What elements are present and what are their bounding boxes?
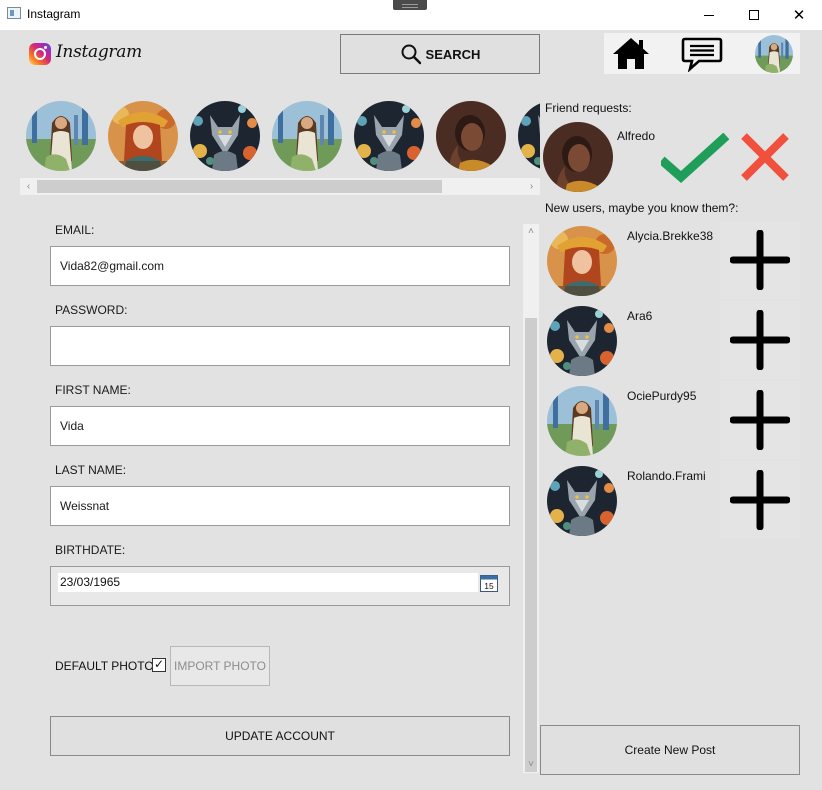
- maximize-button[interactable]: [731, 0, 777, 30]
- add-friend-button[interactable]: [720, 221, 800, 299]
- friend-request-name: Alfredo: [617, 129, 656, 143]
- story-avatar[interactable]: [518, 101, 540, 171]
- birthdate-picker[interactable]: 23/03/1965 15: [50, 566, 510, 606]
- search-icon: [401, 44, 421, 65]
- search-button[interactable]: SEARCH: [340, 34, 540, 74]
- window-title: Instagram: [27, 7, 81, 21]
- suggested-user-row: Alycia.Brekke38: [540, 220, 800, 300]
- user-name: Alycia.Brekke38: [627, 229, 714, 243]
- password-label: PASSWORD:: [55, 303, 128, 317]
- password-field[interactable]: [50, 326, 510, 366]
- logo-text: Instagram: [56, 42, 142, 62]
- plus-icon: [730, 390, 790, 450]
- decline-request-icon[interactable]: [738, 130, 792, 184]
- friend-request-avatar[interactable]: [543, 122, 613, 192]
- plus-icon: [730, 470, 790, 530]
- story-avatar[interactable]: [108, 101, 178, 171]
- scroll-up-icon[interactable]: ˄: [523, 224, 539, 240]
- default-photo-checkbox[interactable]: ✓: [152, 658, 166, 672]
- scroll-down-icon[interactable]: ˅: [523, 757, 539, 773]
- minimize-button[interactable]: [686, 0, 732, 30]
- first-name-field[interactable]: [50, 406, 510, 446]
- search-label: SEARCH: [425, 46, 481, 62]
- suggested-user-row: Rolando.Frami: [540, 460, 800, 540]
- close-button[interactable]: ✕: [776, 0, 822, 30]
- story-avatar[interactable]: [436, 101, 506, 171]
- friend-requests-label: Friend requests:: [545, 101, 632, 115]
- app-window-icon: [7, 7, 21, 19]
- email-field[interactable]: [50, 246, 510, 286]
- first-name-label: FIRST NAME:: [55, 383, 131, 397]
- user-name: Ara6: [627, 309, 653, 323]
- profile-avatar[interactable]: [755, 35, 793, 73]
- story-avatar[interactable]: [190, 101, 260, 171]
- scrollbar-thumb[interactable]: [525, 318, 537, 772]
- import-photo-button[interactable]: IMPORT PHOTO: [170, 646, 270, 686]
- email-label: EMAIL:: [55, 223, 95, 237]
- suggested-user-row: Ara6: [540, 300, 800, 380]
- user-avatar[interactable]: [547, 386, 617, 456]
- home-icon[interactable]: [612, 36, 650, 70]
- add-friend-button[interactable]: [720, 461, 800, 539]
- chat-icon[interactable]: [681, 36, 723, 72]
- add-friend-button[interactable]: [720, 301, 800, 379]
- user-name: Rolando.Frami: [627, 469, 706, 483]
- drag-grip-handle[interactable]: [393, 0, 427, 10]
- instagram-logo-icon: [29, 43, 51, 65]
- accept-request-icon[interactable]: [661, 133, 729, 185]
- form-scrollbar[interactable]: ˄ ˅: [523, 224, 539, 773]
- update-account-button[interactable]: UPDATE ACCOUNT: [50, 716, 510, 756]
- last-name-field[interactable]: [50, 486, 510, 526]
- suggested-user-row: OciePurdy95: [540, 380, 800, 460]
- default-photo-label: DEFAULT PHOTO:: [55, 659, 158, 673]
- user-avatar[interactable]: [547, 226, 617, 296]
- maximize-icon: [749, 10, 759, 20]
- birthdate-value[interactable]: 23/03/1965: [58, 573, 478, 592]
- story-avatar[interactable]: [26, 101, 96, 171]
- plus-icon: [730, 230, 790, 290]
- user-avatar[interactable]: [547, 466, 617, 536]
- birthdate-label: BIRTHDATE:: [55, 543, 126, 557]
- stories-scrollbar[interactable]: ‹ ›: [20, 178, 540, 195]
- user-name: OciePurdy95: [627, 389, 697, 403]
- create-new-post-button[interactable]: Create New Post: [540, 725, 800, 775]
- scroll-right-icon[interactable]: ›: [523, 180, 540, 193]
- add-friend-button[interactable]: [720, 381, 800, 459]
- story-avatar[interactable]: [354, 101, 424, 171]
- story-avatar[interactable]: [272, 101, 342, 171]
- last-name-label: LAST NAME:: [55, 463, 127, 477]
- calendar-day: 15: [484, 581, 494, 591]
- calendar-icon[interactable]: 15: [479, 573, 499, 593]
- user-avatar[interactable]: [547, 306, 617, 376]
- plus-icon: [730, 310, 790, 370]
- minimize-icon: [704, 14, 714, 16]
- scrollbar-thumb[interactable]: [37, 180, 442, 193]
- stories-strip: [20, 97, 540, 177]
- scroll-left-icon[interactable]: ‹: [20, 180, 37, 193]
- suggestions-label: New users, maybe you know them?:: [545, 201, 739, 215]
